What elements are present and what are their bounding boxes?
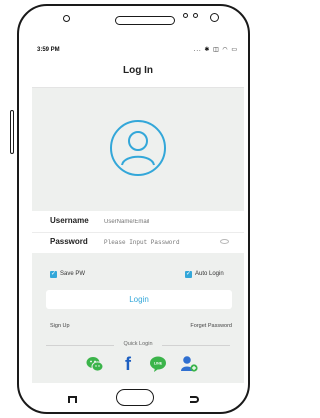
page-title: Log In [123, 65, 153, 76]
user-avatar-icon [110, 120, 166, 176]
auto-login-label: Auto Login [195, 271, 224, 277]
speaker-grille [115, 16, 175, 25]
facebook-icon[interactable]: f [119, 355, 137, 373]
wechat-icon[interactable] [86, 355, 104, 373]
save-pw-checkbox[interactable]: ✓ [50, 271, 57, 278]
status-icons: ... ✱ ◫ ◠ ▭ [193, 47, 238, 53]
line-icon[interactable]: LINE [149, 355, 167, 373]
divider-right [162, 345, 230, 346]
username-label: Username [50, 216, 89, 225]
status-time: 3:59 PM [37, 47, 60, 53]
username-input[interactable] [104, 215, 216, 228]
sign-up-link[interactable]: Sign Up [50, 323, 70, 329]
login-form: Username Password [32, 211, 244, 253]
sensor-dot [63, 15, 70, 22]
username-row: Username [32, 211, 244, 233]
auto-login-checkbox[interactable]: ✓ [185, 271, 192, 278]
login-button[interactable]: Login [46, 290, 232, 309]
password-label: Password [50, 237, 88, 246]
login-options: ✓ Save PW ✓ Auto Login [32, 271, 244, 283]
eye-icon[interactable] [220, 239, 229, 244]
front-camera [210, 13, 219, 22]
home-button[interactable] [116, 389, 154, 406]
title-bar: Log In [32, 57, 244, 88]
quick-login-label: Quick Login [123, 341, 153, 347]
forgot-password-link[interactable]: Forget Password [190, 323, 232, 329]
password-input[interactable] [104, 236, 216, 249]
add-contact-icon[interactable] [180, 355, 198, 373]
status-bar: 3:59 PM ... ✱ ◫ ◠ ▭ [32, 43, 244, 57]
password-row: Password [32, 232, 244, 253]
sensor-dot-2 [183, 13, 188, 18]
line-icon-text: LINE [154, 362, 163, 366]
save-pw-label: Save PW [60, 271, 86, 277]
back-icon[interactable] [190, 396, 199, 403]
sensor-dot-3 [193, 13, 198, 18]
app-screen: 3:59 PM ... ✱ ◫ ◠ ▭ Log In Username Pass… [32, 43, 244, 383]
recent-apps-icon[interactable] [68, 396, 77, 403]
side-button [10, 110, 14, 154]
